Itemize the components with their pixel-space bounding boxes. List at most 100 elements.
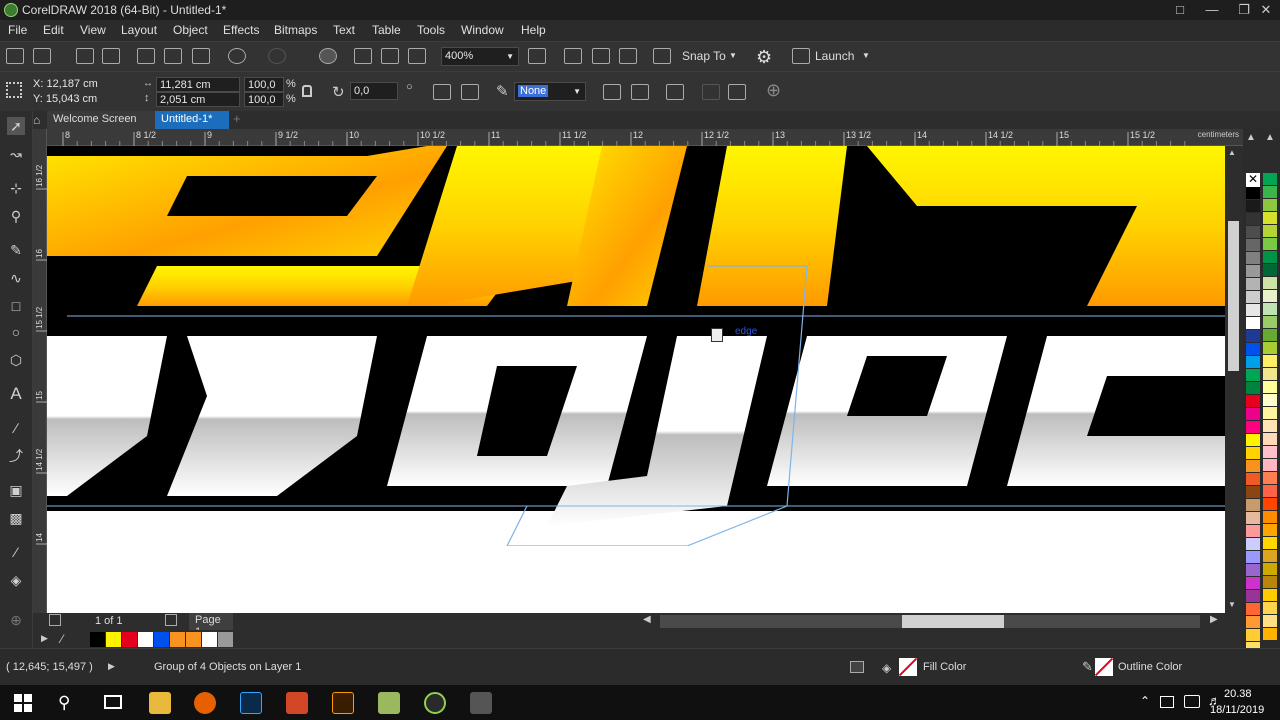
interactive-fill-icon[interactable]: ◈	[7, 571, 25, 589]
palette-swatch[interactable]	[1246, 356, 1260, 368]
transparency-tool-icon[interactable]: ▩	[7, 509, 25, 527]
scroll-right-icon[interactable]: ▶	[1210, 614, 1224, 628]
chevron-up-icon[interactable]: ⌃	[1140, 694, 1150, 708]
notes-app-icon[interactable]	[378, 692, 400, 714]
ellipse-tool-icon[interactable]: ○	[7, 323, 25, 341]
quick-trace-icon[interactable]	[702, 84, 720, 100]
show-grid-icon[interactable]	[592, 48, 610, 64]
palette-swatch[interactable]	[1246, 629, 1260, 641]
palette-swatch[interactable]	[1246, 252, 1260, 264]
task-view-icon[interactable]	[104, 695, 122, 709]
palette-swatch[interactable]	[1263, 446, 1277, 458]
tab-untitled-1[interactable]: Untitled-1*	[155, 111, 229, 129]
import-icon[interactable]	[354, 48, 372, 64]
connector-tool-icon[interactable]: ⤴	[7, 447, 25, 465]
add-tool-icon[interactable]: ⊕	[7, 611, 25, 629]
palette-swatch[interactable]	[1263, 615, 1277, 627]
palette-swatch[interactable]	[1263, 368, 1277, 380]
x-position-field[interactable]: X: 12,187 cm	[30, 77, 128, 92]
palette-swatch[interactable]	[1246, 590, 1260, 602]
snap-to-icon[interactable]	[653, 48, 671, 64]
object-origin-icon[interactable]	[6, 82, 22, 98]
palette-swatch[interactable]	[1263, 199, 1277, 211]
firefox-icon[interactable]	[194, 692, 216, 714]
palette-swatch[interactable]	[1263, 264, 1277, 276]
break-apart-icon[interactable]	[603, 84, 621, 100]
open-icon[interactable]	[33, 48, 51, 64]
palette-swatch[interactable]	[1263, 537, 1277, 549]
lock-ratio-icon[interactable]	[302, 85, 312, 97]
palette-swatch[interactable]	[1263, 576, 1277, 588]
palette-swatch[interactable]	[1246, 551, 1260, 563]
copy-icon[interactable]	[164, 48, 182, 64]
palette-swatch[interactable]	[1246, 395, 1260, 407]
snap-to-button[interactable]: Snap To	[682, 49, 726, 63]
palette-swatch[interactable]	[1246, 577, 1260, 589]
palette-swatch[interactable]	[1246, 291, 1260, 303]
menu-text[interactable]: Text	[333, 23, 355, 37]
first-page-icon[interactable]	[49, 614, 61, 626]
palette-swatch[interactable]	[1263, 212, 1277, 224]
save-icon[interactable]	[76, 48, 94, 64]
palette-swatch[interactable]	[1246, 434, 1260, 446]
tab-page-1[interactable]: Page 1	[189, 613, 233, 638]
palette-swatch[interactable]	[1263, 498, 1277, 510]
cut-icon[interactable]	[137, 48, 155, 64]
scroll-down-icon[interactable]: ▼	[1228, 600, 1236, 609]
new-tab-button[interactable]: +	[233, 111, 247, 129]
palette-swatch[interactable]	[1246, 317, 1260, 329]
palette-swatch[interactable]	[1246, 447, 1260, 459]
palette-swatch[interactable]	[1263, 550, 1277, 562]
outline-color-swatch[interactable]	[1095, 658, 1113, 676]
launch-button[interactable]: Launch	[815, 49, 854, 63]
palette-swatch[interactable]	[1246, 616, 1260, 628]
mirror-horizontal-icon[interactable]	[433, 84, 451, 100]
palette-swatch[interactable]	[1246, 486, 1260, 498]
document-swatch[interactable]	[138, 632, 153, 647]
zoom-level-select[interactable]: 400% ▼	[441, 47, 519, 66]
illustrator-icon[interactable]	[332, 692, 354, 714]
wrap-text-icon[interactable]	[666, 84, 684, 100]
powerpoint-icon[interactable]	[286, 692, 308, 714]
undo-icon[interactable]	[228, 48, 246, 64]
palette-swatch[interactable]	[1263, 381, 1277, 393]
document-swatch[interactable]	[186, 632, 201, 647]
eyedropper-tool-icon[interactable]: ⁄	[7, 543, 25, 561]
coreldraw-icon[interactable]	[424, 692, 446, 714]
drop-shadow-tool-icon[interactable]: ▣	[7, 481, 25, 499]
menu-window[interactable]: Window	[461, 23, 504, 37]
search-content-icon[interactable]	[319, 48, 337, 64]
palette-swatch[interactable]	[1246, 187, 1260, 199]
palette-swatch[interactable]	[1263, 485, 1277, 497]
height-field[interactable]: 2,051 cm	[156, 92, 240, 107]
palette-swatch[interactable]	[1263, 589, 1277, 601]
palette-swatch[interactable]	[1263, 563, 1277, 575]
rectangle-tool-icon[interactable]: □	[7, 297, 25, 315]
palette-swatch[interactable]	[1246, 473, 1260, 485]
palette-swatch[interactable]	[1246, 343, 1260, 355]
text-tool-icon[interactable]: A	[7, 385, 25, 403]
palette-swatch[interactable]	[1246, 200, 1260, 212]
restore-icon[interactable]: □	[1164, 0, 1196, 20]
horizontal-scrollbar[interactable]	[660, 615, 1200, 628]
pick-tool-icon[interactable]: ➚	[7, 117, 25, 135]
paste-icon[interactable]	[192, 48, 210, 64]
artistic-media-icon[interactable]: ∿	[7, 269, 25, 287]
windows-start-icon[interactable]	[14, 694, 32, 712]
palette-swatch[interactable]	[1246, 278, 1260, 290]
palette-swatch[interactable]	[1263, 355, 1277, 367]
palette-swatch[interactable]	[1263, 459, 1277, 471]
mirror-vertical-icon[interactable]	[461, 84, 479, 100]
palette-menu-icon[interactable]: ▶	[41, 633, 48, 644]
print-icon[interactable]	[102, 48, 120, 64]
scale-x-field[interactable]: 100,0	[244, 77, 284, 92]
palette-swatch[interactable]	[1246, 525, 1260, 537]
home-icon[interactable]: ⌂	[33, 113, 47, 127]
file-explorer-icon[interactable]	[149, 692, 171, 714]
menu-table[interactable]: Table	[372, 23, 401, 37]
scroll-up-icon[interactable]: ▲	[1228, 148, 1236, 157]
palette-swatch[interactable]	[1263, 329, 1277, 341]
document-swatch[interactable]	[170, 632, 185, 647]
palette-swatch[interactable]	[1263, 225, 1277, 237]
export-icon[interactable]	[381, 48, 399, 64]
